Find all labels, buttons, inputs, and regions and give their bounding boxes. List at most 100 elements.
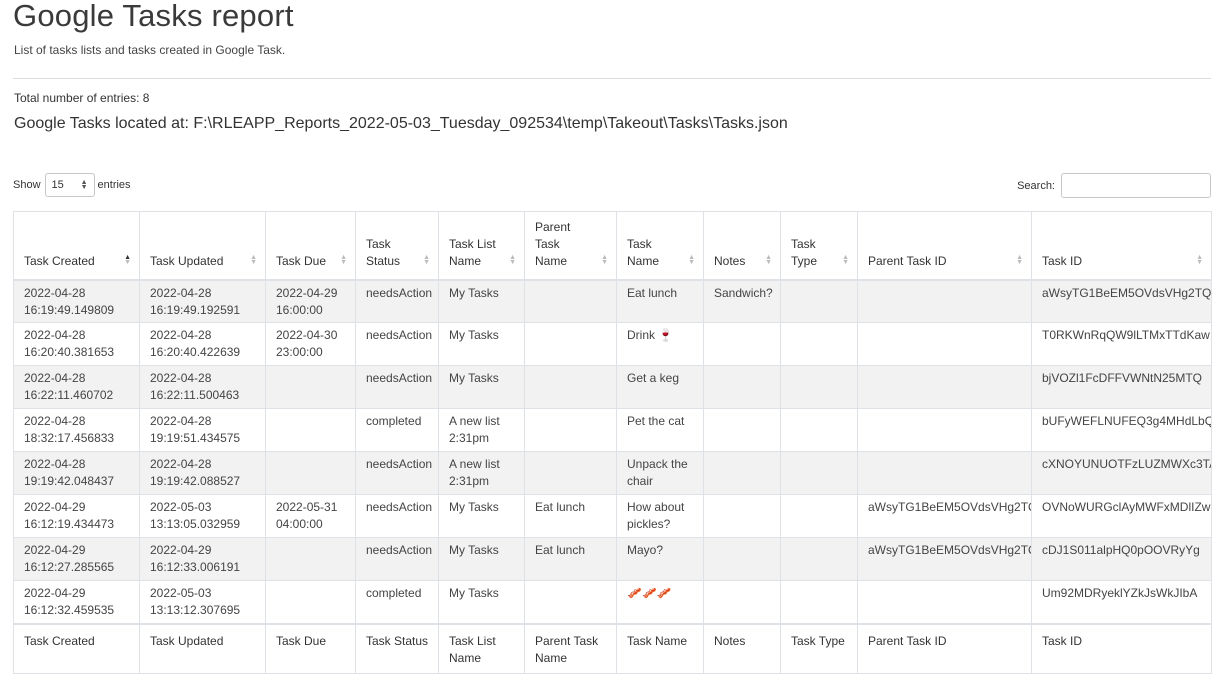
table-row[interactable]: 2022-04-28 16:22:11.460702 2022-04-28 16:22… [13, 365, 1212, 409]
column-header-notes[interactable]: Notes ▲ ▼ [703, 211, 781, 281]
cell-created: 2022-04-29 16:12:27.285565 [13, 537, 140, 581]
cell-updated: 2022-04-28 16:20:40.422639 [139, 322, 266, 366]
cell-parent-name: Eat lunch [524, 537, 617, 581]
page-length-value: 15 [51, 179, 64, 191]
cell-status: needsAction [355, 279, 439, 323]
cell-text: 2022-04-28 [150, 457, 212, 471]
cell-due [265, 580, 356, 624]
column-header-label: Task [627, 236, 652, 251]
column-header-due[interactable]: Task Due ▲ ▼ [265, 211, 356, 281]
cell-text: 2022-05-03 [150, 500, 212, 514]
entries-label: entries [97, 179, 131, 191]
column-header-label: Task Created [24, 253, 95, 268]
column-header-type[interactable]: Task Type ▲ ▼ [780, 211, 858, 281]
cell-text: cDJ1S011alpHQ0pOOVRyYg [1042, 543, 1200, 557]
column-header-created[interactable]: Task Created ▲ ▼ [13, 211, 140, 281]
sort-icon: ▲ ▼ [423, 253, 430, 266]
cell-text: How about [627, 500, 685, 514]
column-header-status[interactable]: Task Status ▲ ▼ [355, 211, 439, 281]
cell-text: 16:00:00 [276, 302, 323, 317]
cell-notes [703, 322, 781, 366]
cell-parent-name [524, 279, 617, 323]
search-input[interactable] [1061, 173, 1211, 198]
cell-text: 13:13:12.307695 [150, 603, 241, 617]
select-arrows-icon: ▲ ▼ [80, 179, 88, 191]
cell-due [265, 365, 356, 409]
cell-text: 2022-04-28 [150, 414, 212, 428]
cell-notes [703, 451, 781, 495]
column-header-updated[interactable]: Task Updated ▲ ▼ [139, 211, 266, 281]
total-entries-text: Total number of entries: 8 [14, 91, 150, 105]
cell-status: needsAction [355, 537, 439, 581]
cell-name: Pet the cat [616, 408, 704, 452]
sort-icon: ▲ ▼ [688, 253, 695, 266]
file-location-text: Google Tasks located at: F:\RLEAPP_Repor… [14, 115, 788, 132]
column-header-id[interactable]: Task ID ▲ ▼ [1031, 211, 1212, 281]
column-header-label: Task [791, 236, 816, 251]
table-row[interactable]: 2022-04-29 16:12:27.285565 2022-04-29 16:12… [13, 537, 1212, 581]
column-footer-type: Task Type [780, 622, 858, 674]
cell-list: A new list 2:31pm [438, 451, 525, 495]
table-row[interactable]: 2022-04-28 19:19:42.048437 2022-04-28 19:19… [13, 451, 1212, 495]
column-footer-label: Task Updated [150, 633, 224, 648]
cell-id: Um92MDRyeklYZkJsWkJIbA [1031, 580, 1212, 624]
cell-parent-id [857, 365, 1032, 409]
cell-updated: 2022-05-03 13:13:12.307695 [139, 580, 266, 624]
page-subtitle: List of tasks lists and tasks created in… [14, 43, 286, 57]
column-footer-label: Task List [449, 633, 496, 648]
cell-text: pickles? [627, 517, 671, 531]
column-header-list[interactable]: Task List Name ▲ ▼ [438, 211, 525, 281]
column-footer-label: Task Status [366, 633, 429, 648]
cell-text: 19:19:42.088527 [150, 474, 241, 488]
cell-list: My Tasks [438, 494, 525, 538]
cell-name: Eat lunch [616, 279, 704, 323]
table-row[interactable]: 2022-04-28 16:20:40.381653 2022-04-28 16:20… [13, 322, 1212, 366]
column-footer-label: Parent Task ID [868, 633, 947, 648]
cell-notes [703, 537, 781, 581]
cell-text: 19:19:42.048437 [24, 474, 115, 488]
table-body: 2022-04-28 16:19:49.149809 2022-04-28 16:19… [13, 279, 1212, 624]
cell-type [780, 537, 858, 581]
cell-text: 16:19:49.149809 [24, 302, 115, 317]
page-length-control: Show 15 ▲ ▼ entries [13, 173, 131, 197]
cell-text: Mayo? [627, 543, 664, 557]
cell-name: Mayo? [616, 537, 704, 581]
cell-id: T0RKWnRqQW9lLTMxTTdKaw [1031, 322, 1212, 366]
column-header-label: Task Due [276, 253, 327, 268]
column-header-parent-id[interactable]: Parent Task ID ▲ ▼ [857, 211, 1032, 281]
table-row[interactable]: 2022-04-28 18:32:17.456833 2022-04-28 19:19… [13, 408, 1212, 452]
cell-parent-name [524, 580, 617, 624]
cell-text: chair [627, 474, 654, 488]
cell-id: cDJ1S011alpHQ0pOOVRyYg [1031, 537, 1212, 581]
cell-text: My Tasks [449, 371, 499, 385]
cell-type [780, 494, 858, 538]
cell-text: 2022-04-28 [24, 285, 86, 300]
column-header-parent-name[interactable]: Parent Task Name ▲ ▼ [524, 211, 617, 281]
page-length-select[interactable]: 15 ▲ ▼ [44, 173, 95, 197]
cell-created: 2022-04-29 16:12:19.434473 [13, 494, 140, 538]
cell-parent-id: aWsyTG1BeEM5OVdsVHg2TQ [857, 494, 1032, 538]
cell-due: 2022-04-30 23:00:00 [265, 322, 356, 366]
table-row[interactable]: 2022-04-29 16:12:19.434473 2022-05-03 13:13… [13, 494, 1212, 538]
cell-text: aWsyTG1BeEM5OVdsVHg2TQ [868, 543, 1032, 557]
table-row[interactable]: 2022-04-29 16:12:32.459535 2022-05-03 13:13… [13, 580, 1212, 624]
cell-name: Unpack the chair [616, 451, 704, 495]
column-header-label: Type [791, 253, 818, 268]
cell-text: 2022-04-29 [24, 543, 86, 557]
show-label: Show [13, 179, 41, 191]
column-header-label: Task ID [1042, 253, 1083, 268]
cell-parent-name [524, 365, 617, 409]
cell-list: My Tasks [438, 322, 525, 366]
sort-icon: ▲ ▼ [340, 253, 347, 266]
cell-type [780, 580, 858, 624]
cell-parent-name [524, 451, 617, 495]
cell-text: 2022-04-28 [150, 328, 212, 342]
column-footer-label: Task Created [24, 633, 95, 648]
cell-text: 16:12:19.434473 [24, 517, 115, 531]
table-row[interactable]: 2022-04-28 16:19:49.149809 2022-04-28 16:19… [13, 279, 1212, 323]
cell-text: Drink 🍷 [627, 328, 674, 342]
cell-parent-id [857, 322, 1032, 366]
column-header-name[interactable]: Task Name ▲ ▼ [616, 211, 704, 281]
cell-updated: 2022-04-28 16:22:11.500463 [139, 365, 266, 409]
column-footer-label: Notes [714, 633, 746, 648]
